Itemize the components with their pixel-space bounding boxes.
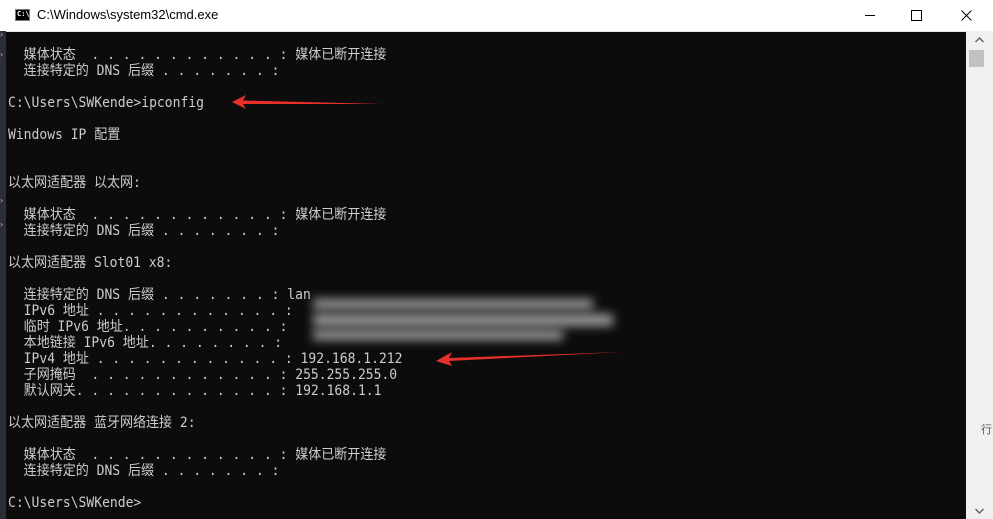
console-line: 子网掩码 . . . . . . . . . . . . : 255.255.2… (8, 367, 398, 383)
redacted-address-blur (313, 314, 613, 326)
console-line: 连接特定的 DNS 后缀 . . . . . . . : (8, 223, 280, 239)
redacted-address-blur (313, 299, 593, 309)
console-line: 连接特定的 DNS 后缀 . . . . . . . : (8, 463, 280, 479)
console-line: 以太网适配器 Slot01 x8: (8, 255, 173, 271)
close-button[interactable] (939, 0, 993, 31)
chevron-down-icon (975, 508, 984, 514)
chevron-right-icon: › (0, 50, 4, 59)
annotation-arrow (232, 95, 383, 109)
console-line: 媒体状态 . . . . . . . . . . . . : 媒体已断开连接 (8, 47, 387, 63)
prompt-line: C:\Users\SWKende>ipconfig (8, 95, 204, 111)
console-line: 临时 IPv6 地址. . . . . . . . . . : (8, 319, 288, 335)
window-title: C:\Windows\system32\cmd.exe (37, 7, 219, 22)
console-output[interactable]: 媒体状态 . . . . . . . . . . . . : 媒体已断开连接 连… (8, 31, 966, 519)
background-text-fragment: 行 (981, 424, 992, 436)
maximize-button[interactable] (893, 0, 939, 31)
console-line: 连接特定的 DNS 后缀 . . . . . . . : (8, 63, 280, 79)
ipv4-line: IPv4 地址 . . . . . . . . . . . . : 192.16… (8, 351, 403, 367)
chevron-up-icon (975, 36, 984, 42)
chevron-right-icon: › (0, 220, 4, 229)
console-line: 媒体状态 . . . . . . . . . . . . : 媒体已断开连接 (8, 207, 387, 223)
console-line: Windows IP 配置 (8, 127, 121, 143)
chevron-right-icon: › (0, 196, 4, 205)
console-line: 本地链接 IPv6 地址. . . . . . . . : (8, 335, 283, 351)
console-line: 以太网适配器 蓝牙网络连接 2: (8, 415, 196, 431)
cmd-app-icon: C:\ (15, 9, 30, 21)
minimize-icon (864, 15, 875, 16)
console-line: 连接特定的 DNS 后缀 . . . . . . . : lan (8, 287, 311, 303)
cmd-window: C:\ C:\Windows\system32\cmd.exe › › › › … (0, 0, 993, 519)
background-editor-strip: › › › › (0, 31, 6, 519)
close-icon (960, 10, 972, 21)
title-bar[interactable]: C:\ C:\Windows\system32\cmd.exe (0, 0, 993, 32)
chevron-right-icon: › (0, 30, 4, 39)
prompt-line: C:\Users\SWKende> (8, 495, 142, 511)
vertical-scrollbar[interactable] (966, 31, 993, 519)
scroll-down-button[interactable] (966, 502, 993, 519)
scroll-thumb[interactable] (969, 50, 984, 67)
console-line: 默认网关. . . . . . . . . . . . . : 192.168.… (8, 383, 382, 399)
console-line: 媒体状态 . . . . . . . . . . . . : 媒体已断开连接 (8, 447, 387, 463)
maximize-icon (910, 10, 922, 21)
annotation-arrow (436, 352, 622, 366)
scroll-up-button[interactable] (966, 31, 993, 48)
minimize-button[interactable] (847, 0, 893, 31)
console-line: 以太网适配器 以太网: (8, 175, 141, 191)
redacted-address-blur (313, 330, 563, 340)
console-line: IPv6 地址 . . . . . . . . . . . . : (8, 303, 293, 319)
